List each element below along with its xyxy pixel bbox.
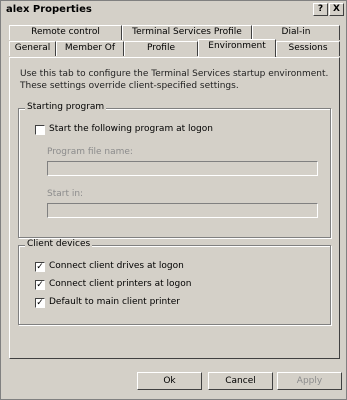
default-printer-checkbox[interactable]: ✓ (35, 298, 45, 308)
apply-button[interactable]: Apply (277, 372, 342, 390)
starting-program-legend: Starting program (25, 102, 107, 112)
connect-drives-checkbox[interactable]: ✓ (35, 262, 45, 272)
properties-dialog: alex Properties ? X Remote control Termi… (0, 0, 347, 400)
window-title: alex Properties (6, 4, 92, 15)
start-in-field[interactable] (47, 203, 318, 218)
ok-button[interactable]: Ok (137, 372, 202, 390)
tab-sessions[interactable]: Sessions (276, 41, 340, 56)
title-bar: alex Properties ? X (2, 2, 345, 18)
client-devices-legend: Client devices (25, 239, 93, 249)
tab-remote-control[interactable]: Remote control (9, 25, 122, 40)
connect-printers-checkbox[interactable]: ✓ (35, 280, 45, 290)
start-program-label: Start the following program at logon (49, 124, 213, 134)
environment-tab-panel: Use this tab to configure the Terminal S… (9, 57, 340, 359)
help-button[interactable]: ? (313, 3, 328, 16)
default-printer-label: Default to main client printer (49, 297, 180, 307)
connect-printers-label: Connect client printers at logon (49, 279, 192, 289)
cancel-button[interactable]: Cancel (208, 372, 273, 390)
tab-environment[interactable]: Environment (198, 39, 276, 57)
close-button[interactable]: X (329, 3, 344, 16)
start-in-label: Start in: (47, 189, 84, 199)
tab-profile[interactable]: Profile (124, 41, 198, 56)
client-devices-group: Client devices ✓ Connect client drives a… (18, 239, 331, 325)
tab-terminal-services-profile[interactable]: Terminal Services Profile (122, 25, 252, 40)
starting-program-group: Starting program Start the following pro… (18, 102, 331, 238)
tab-dial-in[interactable]: Dial-in (252, 25, 340, 40)
connect-drives-label: Connect client drives at logon (49, 261, 184, 271)
program-file-label: Program file name: (47, 147, 133, 157)
tab-member-of[interactable]: Member Of (56, 41, 124, 56)
start-program-checkbox[interactable] (35, 125, 45, 135)
intro-text: Use this tab to configure the Terminal S… (20, 69, 329, 91)
program-file-field[interactable] (47, 161, 318, 176)
tab-general[interactable]: General (9, 41, 56, 56)
